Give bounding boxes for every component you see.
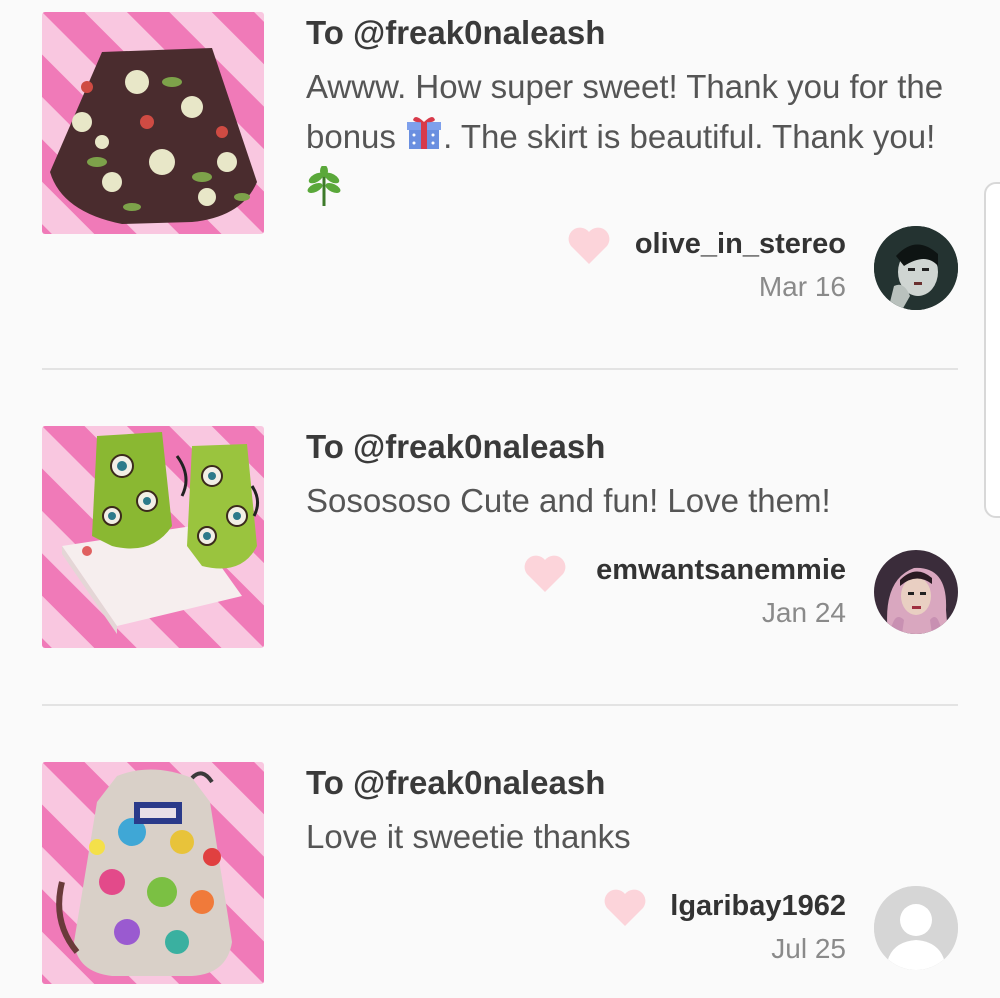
review-date: Jan 24	[761, 597, 846, 628]
review-date: Jul 25	[771, 933, 846, 964]
heart-icon[interactable]	[566, 226, 612, 266]
product-photo-skirt[interactable]	[42, 12, 264, 234]
review-card: To @freak0naleash Love it sweetie thanks…	[0, 750, 1000, 998]
product-photo-boots[interactable]	[42, 426, 264, 648]
review-meta: olive_in_stereo Mar 16	[635, 228, 846, 303]
divider	[42, 368, 958, 370]
heart-icon[interactable]	[602, 888, 648, 928]
reviewer-username[interactable]: emwantsanemmie	[596, 554, 846, 587]
review-message: Awww. How super sweet! Thank you for the…	[306, 62, 966, 220]
recipient-handle[interactable]: To @freak0naleash	[306, 764, 605, 802]
review-meta: lgaribay1962 Jul 25	[670, 890, 846, 965]
reviewer-username[interactable]: olive_in_stereo	[635, 228, 846, 261]
review-card: To @freak0naleash Awww. How super sweet!…	[0, 0, 1000, 370]
review-list: To @freak0naleash Awww. How super sweet!…	[0, 0, 1000, 984]
review-message: Love it sweetie thanks	[306, 818, 631, 855]
reviewer-username[interactable]: lgaribay1962	[670, 890, 846, 923]
gift-emoji	[405, 113, 443, 165]
review-message-text: . The skirt is beautiful. Thank you!	[443, 118, 936, 155]
review-card: To @freak0naleash Sosososo Cute and fun!…	[0, 414, 1000, 750]
divider	[42, 704, 958, 706]
avatar[interactable]	[874, 550, 958, 634]
heart-icon[interactable]	[522, 554, 568, 594]
product-photo-backpack[interactable]	[42, 762, 264, 984]
avatar[interactable]	[874, 226, 958, 310]
herb-emoji	[306, 164, 342, 220]
review-message: Sosososo Cute and fun! Love them!	[306, 482, 831, 519]
default-avatar-icon[interactable]	[874, 886, 958, 970]
review-date: Mar 16	[758, 271, 846, 302]
recipient-handle[interactable]: To @freak0naleash	[306, 14, 605, 52]
scroll-edge-handle[interactable]	[984, 182, 1000, 518]
recipient-handle[interactable]: To @freak0naleash	[306, 428, 605, 466]
review-meta: emwantsanemmie Jan 24	[596, 554, 846, 629]
